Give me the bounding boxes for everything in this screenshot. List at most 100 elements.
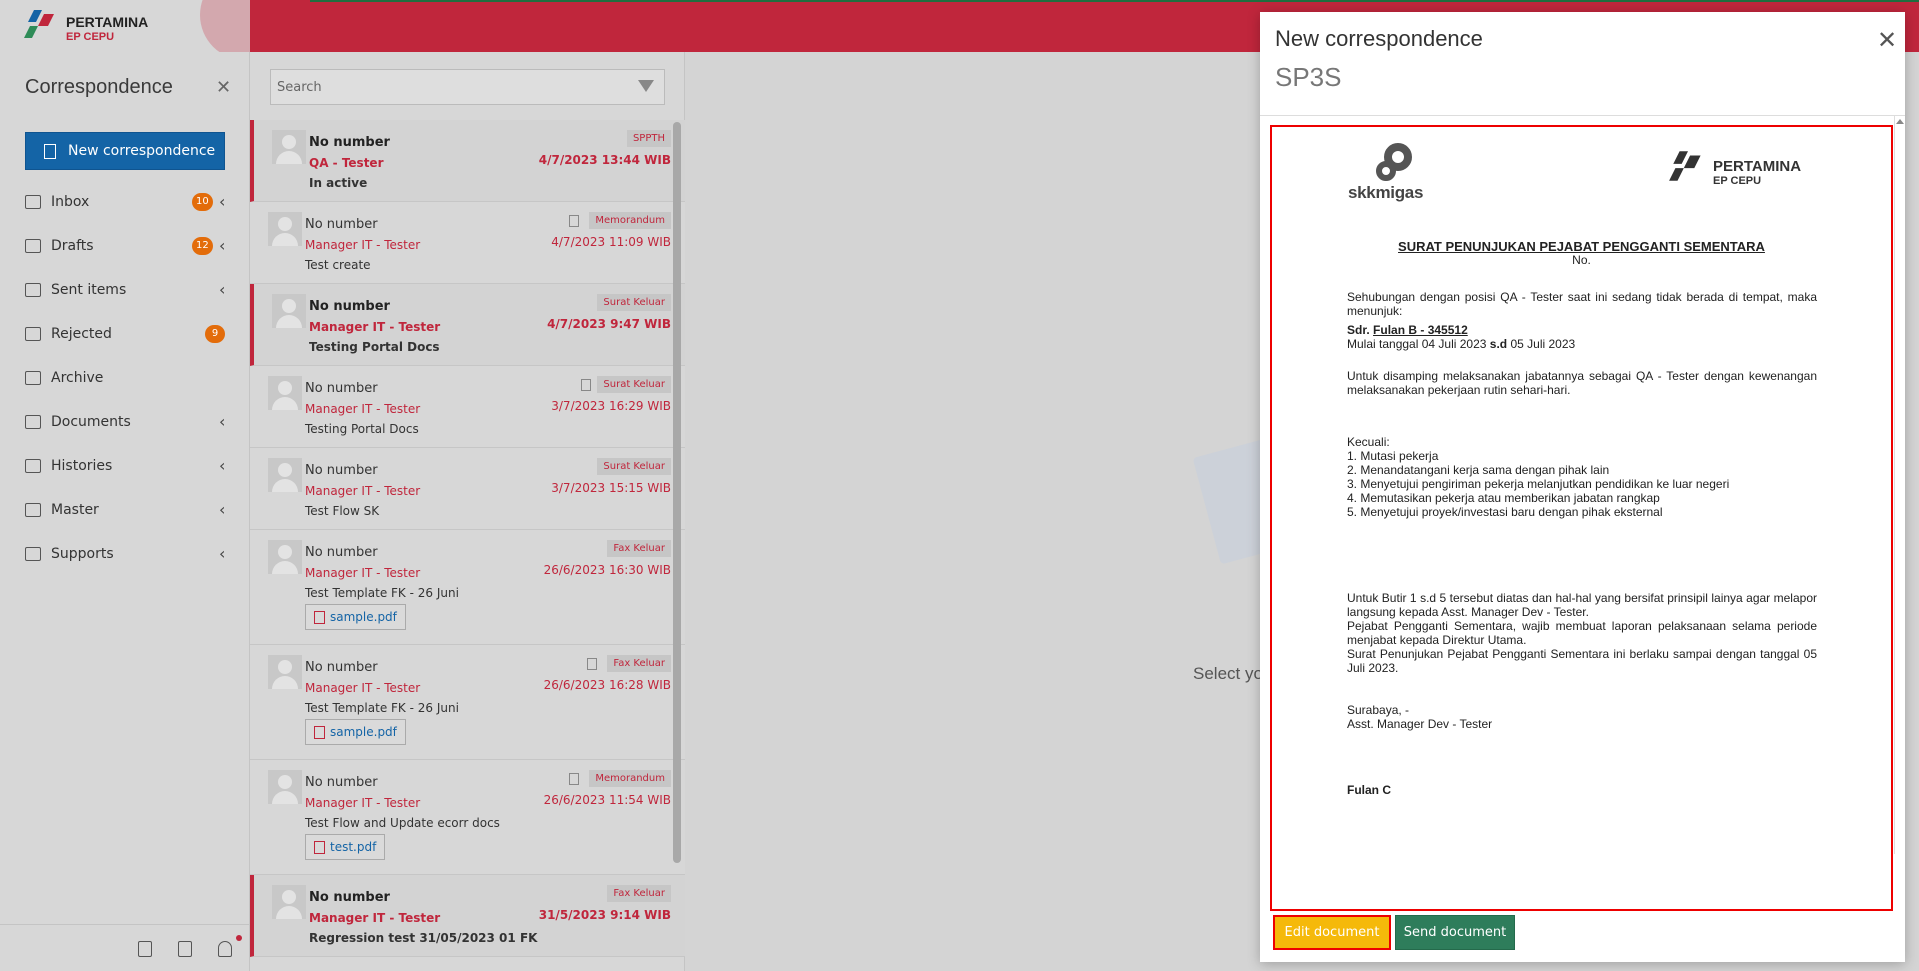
filter-icon[interactable] [638, 80, 654, 92]
message-item[interactable]: No number Manager IT - Tester Testing Po… [250, 284, 685, 366]
edit-document-button[interactable]: Edit document [1273, 915, 1391, 950]
drafts-icon [25, 239, 41, 253]
doc-paragraph: Pejabat Pengganti Sementara, wajib membu… [1347, 619, 1817, 647]
supports-icon [25, 547, 41, 561]
attachment-chip[interactable]: sample.pdf [305, 604, 406, 630]
list-scrollbar[interactable] [673, 122, 681, 863]
sidebar: Correspondence ✕ New correspondence Inbo… [0, 52, 250, 971]
message-item[interactable]: No number Manager IT - Tester Test Templ… [250, 645, 685, 760]
doc-exception-item: 1. Mutasi pekerja [1347, 449, 1439, 463]
empty-state-text: Select yo [1193, 664, 1263, 683]
type-badge: Surat Keluar [597, 294, 671, 311]
attachment-chip[interactable]: test.pdf [305, 834, 386, 860]
modal-subtitle: SP3S [1275, 62, 1342, 92]
user-settings-icon[interactable] [178, 941, 192, 957]
doc-exception-item: 4. Memutasikan pekerja atau memberikan j… [1347, 491, 1660, 505]
message-item[interactable]: No number Manager IT - Tester Regression… [250, 875, 685, 957]
sidebar-item-master[interactable]: Master ‹ [0, 488, 250, 532]
sidebar-item-supports[interactable]: Supports ‹ [0, 532, 250, 576]
doc-paragraph: Surat Penunjukan Pejabat Pengganti Semen… [1347, 647, 1817, 675]
avatar [268, 655, 302, 689]
close-icon[interactable]: ✕ [1877, 26, 1897, 54]
draft-document-icon [587, 658, 597, 670]
scroll-up-icon[interactable] [1896, 119, 1904, 124]
sidebar-item-documents[interactable]: Documents ‹ [0, 400, 250, 444]
doc-assignee: Sdr. Fulan B - 345512 [1347, 323, 1468, 337]
bell-icon[interactable] [218, 941, 232, 957]
sidebar-item-rejected[interactable]: Rejected 9 [0, 312, 250, 356]
doc-paragraph: Sehubungan dengan posisi QA - Tester saa… [1347, 290, 1817, 318]
document-page: skkmigas PERTAMINA EP CEPU SURAT PENUNJU… [1272, 127, 1891, 909]
message-list: No number QA - Tester In active SPPTH 4/… [250, 120, 685, 971]
sidebar-item-drafts[interactable]: Drafts 12 ‹ [0, 224, 250, 268]
new-correspondence-modal: New correspondence SP3S ✕ skkmigas PERTA… [1260, 12, 1905, 962]
message-item[interactable]: No number Manager IT - Tester Test Templ… [250, 530, 685, 645]
message-item[interactable]: No number QA - Tester In active SPPTH 4/… [250, 120, 685, 202]
sidebar-item-archive[interactable]: Archive [0, 356, 250, 400]
sidebar-item-sent[interactable]: Sent items ‹ [0, 268, 250, 312]
pertamina-logo-icon [24, 10, 54, 38]
chevron-left-icon: ‹ [219, 412, 226, 431]
doc-exception-item: 5. Menyetujui proyek/investasi baru deng… [1347, 505, 1663, 519]
doc-paragraph: Untuk Butir 1 s.d 5 tersebut diatas dan … [1347, 591, 1817, 619]
sidebar-close-icon[interactable]: ✕ [216, 77, 231, 98]
avatar [268, 212, 302, 246]
type-badge: SPPTH [626, 130, 671, 147]
document-icon[interactable] [138, 941, 152, 957]
inbox-count-badge: 10 [192, 193, 213, 211]
avatar [272, 130, 306, 164]
chevron-left-icon: ‹ [219, 192, 226, 211]
doc-exception-item: 3. Menyetujui pengiriman pekerja melanju… [1347, 477, 1730, 491]
type-badge: Memorandum [589, 770, 671, 787]
new-correspondence-button[interactable]: New correspondence [25, 132, 225, 170]
rejected-count-badge: 9 [205, 325, 225, 343]
doc-paragraph: Untuk disamping melaksanakan jabatannya … [1347, 369, 1817, 397]
sidebar-item-histories[interactable]: Histories ‹ [0, 444, 250, 488]
sidebar-title: Correspondence [25, 76, 173, 98]
type-badge: Fax Keluar [607, 655, 671, 672]
draft-document-icon [581, 379, 591, 391]
message-item[interactable]: No number Manager IT - Tester Test creat… [250, 202, 685, 284]
document-number: No. [1572, 253, 1591, 267]
chevron-left-icon: ‹ [219, 456, 226, 475]
pertamina-logo-icon [1669, 151, 1701, 181]
chevron-left-icon: ‹ [219, 280, 226, 299]
modal-title: New correspondence [1275, 26, 1483, 51]
documents-icon [25, 415, 41, 429]
chevron-left-icon: ‹ [219, 544, 226, 563]
message-item[interactable]: No number Manager IT - Tester Test Flow … [250, 760, 685, 875]
draft-document-icon [569, 773, 579, 785]
skkmigas-logo: skkmigas [1348, 143, 1448, 203]
document-title: SURAT PENUNJUKAN PEJABAT PENGGANTI SEMEN… [1398, 239, 1765, 254]
attachment-chip[interactable]: sample.pdf [305, 719, 406, 745]
inbox-icon [25, 195, 41, 209]
notification-dot [236, 935, 242, 941]
send-document-button[interactable]: Send document [1395, 915, 1515, 950]
doc-signer-name: Fulan C [1347, 783, 1391, 797]
message-item[interactable]: No number Manager IT - Tester Test Flow … [250, 448, 685, 530]
histories-icon [25, 459, 41, 473]
sidebar-footer [0, 924, 250, 971]
brand-name: PERTAMINA EP CEPU [66, 14, 149, 44]
modal-scrollbar[interactable] [1894, 116, 1905, 854]
master-icon [25, 503, 41, 517]
doc-signer-title: Asst. Manager Dev - Tester [1347, 717, 1493, 731]
new-document-icon [44, 143, 56, 159]
sidebar-item-inbox[interactable]: Inbox 10 ‹ [0, 180, 250, 224]
sidebar-nav: Inbox 10 ‹ Drafts 12 ‹ Sent items ‹ Reje… [0, 180, 250, 576]
doc-period: Mulai tanggal 04 Juli 2023 s.d 05 Juli 2… [1347, 337, 1576, 351]
draft-document-icon [569, 215, 579, 227]
message-item[interactable]: No number Manager IT - Tester Testing Po… [250, 366, 685, 448]
type-badge: Fax Keluar [607, 885, 671, 902]
doc-place: Surabaya, - [1347, 703, 1410, 717]
type-badge: Surat Keluar [597, 458, 671, 475]
avatar [272, 885, 306, 919]
search-input[interactable]: Search [270, 69, 665, 105]
type-badge: Memorandum [589, 212, 671, 229]
drafts-count-badge: 12 [192, 237, 213, 255]
avatar [268, 540, 302, 574]
doc-exceptions-title: Kecuali: [1347, 435, 1390, 449]
sent-icon [25, 283, 41, 297]
type-badge: Surat Keluar [597, 376, 671, 393]
chevron-left-icon: ‹ [219, 500, 226, 519]
